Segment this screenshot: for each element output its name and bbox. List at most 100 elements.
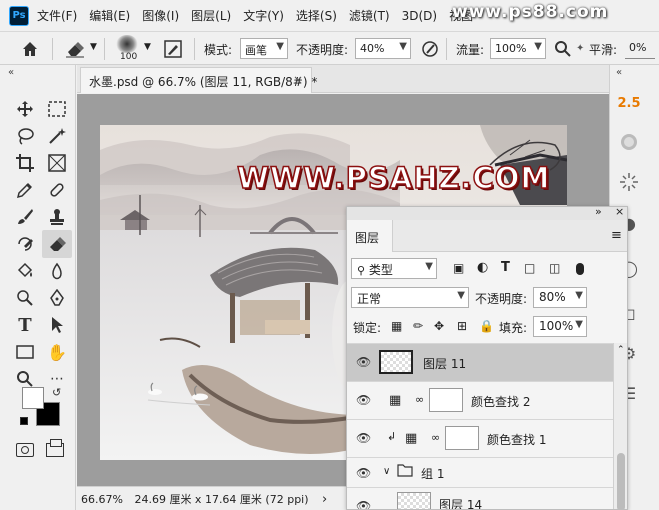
fill-label: 填充: (499, 321, 528, 335)
quick-mask-icon[interactable] (16, 443, 34, 457)
frame-tool-icon[interactable] (44, 151, 70, 175)
foreground-color-swatch[interactable] (22, 387, 44, 409)
layers-scrollbar[interactable]: ⌃ (613, 343, 627, 509)
path-selection-tool-icon[interactable] (44, 313, 70, 337)
close-icon[interactable]: × (615, 207, 624, 218)
layer-row-layer-11[interactable]: 👁 图层 11 (347, 343, 613, 381)
lock-transparency-icon[interactable]: ▦ (391, 319, 402, 333)
folder-icon (397, 463, 413, 480)
eraser-tool-icon[interactable] (42, 230, 72, 258)
brush-size-indicator[interactable]: 2.5 (616, 90, 642, 116)
paint-bucket-tool-icon[interactable] (12, 259, 38, 283)
scroll-up-icon[interactable]: ⌃ (617, 345, 625, 355)
lock-all-icon[interactable]: 🔒 (479, 319, 494, 333)
eye-icon[interactable]: 👁 (356, 431, 371, 445)
eyedropper-tool-icon[interactable] (12, 178, 38, 202)
healing-brush-tool-icon[interactable] (44, 178, 70, 202)
swap-colors-icon[interactable]: ↺ (52, 386, 61, 399)
menu-image[interactable]: 图像(I) (142, 7, 179, 24)
menu-filter[interactable]: 滤镜(T) (349, 7, 390, 24)
eye-icon[interactable]: 👁 (356, 355, 371, 369)
brush-size-value: 100 (120, 52, 138, 62)
panel-header-strip: » × (347, 207, 627, 220)
default-colors-icon[interactable] (20, 417, 28, 425)
layers-tab-bar: 图层 ≡ (347, 220, 627, 252)
lock-position-icon[interactable]: ✥ (434, 319, 444, 333)
eraser-tool-icon[interactable] (64, 40, 86, 61)
menu-layer[interactable]: 图层(L) (191, 7, 231, 24)
menu-3d[interactable]: 3D(D) (402, 9, 437, 23)
chevron-down-icon[interactable]: ▼ (144, 42, 151, 52)
layer-row-group-1[interactable]: 👁 ∨ 组 1 (347, 457, 613, 487)
marquee-tool-icon[interactable] (44, 97, 70, 121)
smooth-input[interactable]: 0% (625, 38, 655, 59)
screen-mode-icon[interactable] (46, 439, 64, 457)
collapse-panel-icon[interactable]: » (595, 207, 602, 218)
menu-file[interactable]: 文件(F) (37, 7, 77, 24)
panel-menu-icon[interactable]: ≡ (611, 228, 622, 243)
layer-opacity-input[interactable]: 80% ▼ (533, 287, 587, 308)
layer-row-color-lookup-1[interactable]: 👁 ↲ ▦ ∞ 颜色查找 1 (347, 419, 613, 457)
crop-tool-icon[interactable] (12, 151, 38, 175)
rectangle-tool-icon[interactable] (12, 340, 38, 364)
fill-input[interactable]: 100% ▼ (533, 316, 587, 337)
eye-icon[interactable]: 👁 (356, 499, 371, 509)
smart-object-filter-icon[interactable]: ◫ (549, 261, 560, 275)
close-icon[interactable]: × (293, 73, 303, 87)
zoom-level[interactable]: 66.67% (81, 493, 123, 506)
eye-icon[interactable]: 👁 (356, 393, 371, 407)
chevron-down-icon: ▼ (425, 261, 433, 272)
type-filter-icon[interactable]: T (501, 260, 510, 275)
brush-tip-icon[interactable] (616, 129, 642, 155)
collapse-panel-icon[interactable]: « (616, 67, 622, 78)
brush-scatter-icon[interactable] (616, 169, 642, 195)
layer-name: 图层 11 (423, 357, 467, 371)
document-tab[interactable]: 水墨.psd @ 66.7% (图层 11, RGB/8#) * × (80, 67, 317, 93)
layer-row-layer-14[interactable]: 👁 图层 14 (347, 487, 613, 509)
layer-mask-thumbnail (429, 388, 463, 412)
layer-row-color-lookup-2[interactable]: 👁 ▦ ∞ 颜色查找 2 (347, 381, 613, 419)
status-menu-arrow-icon[interactable]: › (322, 492, 327, 507)
lock-label: 锁定: (353, 321, 382, 335)
history-brush-tool-icon[interactable] (12, 232, 38, 256)
pen-tool-icon[interactable] (44, 286, 70, 310)
lock-pixels-icon[interactable]: ✏ (413, 319, 423, 333)
lock-artboard-icon[interactable]: ⊞ (457, 319, 467, 333)
brush-settings-icon[interactable] (163, 39, 183, 62)
tab-layers[interactable]: 图层 (347, 220, 393, 252)
airbrush-icon[interactable]: ✦ (576, 43, 584, 54)
menu-select[interactable]: 选择(S) (296, 7, 337, 24)
document-tab-title: 水墨.psd @ 66.7% (图层 11, RGB/8#) * (89, 75, 318, 89)
filter-toggle-icon[interactable] (576, 263, 584, 275)
hand-tool-icon[interactable]: ✋ (44, 340, 70, 364)
adjustment-layer-icon: ▦ (405, 431, 418, 446)
menu-type[interactable]: 文字(Y) (243, 7, 284, 24)
lasso-tool-icon[interactable] (12, 124, 38, 148)
eye-icon[interactable]: 👁 (356, 466, 371, 480)
flow-input[interactable]: 100% ▼ (490, 38, 546, 59)
pixel-filter-icon[interactable]: ▣ (453, 261, 464, 275)
layer-filter-select[interactable]: ⚲ 类型 ▼ (351, 258, 437, 279)
search-icon[interactable] (554, 40, 572, 61)
move-tool-icon[interactable] (12, 97, 38, 121)
chevron-down-icon[interactable]: ∨ (383, 466, 390, 477)
chevron-down-icon[interactable]: ▼ (90, 42, 97, 52)
home-icon[interactable] (20, 39, 40, 62)
menu-edit[interactable]: 编辑(E) (89, 7, 130, 24)
scrollbar-thumb[interactable] (617, 453, 625, 509)
stamp-tool-icon[interactable] (44, 205, 70, 229)
collapse-panel-icon[interactable]: « (8, 67, 14, 78)
pressure-opacity-icon[interactable] (420, 39, 440, 62)
blur-tool-icon[interactable] (44, 259, 70, 283)
options-bar: ▼ 100 ▼ 模式: 画笔 ▼ 不透明度: 40% ▼ 流量: 100% ▼ … (0, 31, 659, 65)
blend-mode-select[interactable]: 正常 ▼ (351, 287, 469, 308)
magic-wand-tool-icon[interactable] (44, 124, 70, 148)
shape-filter-icon[interactable]: □ (524, 261, 535, 275)
brush-tool-icon[interactable] (12, 205, 38, 229)
brush-preset-icon[interactable] (116, 35, 138, 53)
opacity-input[interactable]: 40% ▼ (355, 38, 411, 59)
adjustment-filter-icon[interactable]: ◐ (477, 260, 488, 275)
dodge-tool-icon[interactable] (12, 286, 38, 310)
mode-select[interactable]: 画笔 ▼ (240, 38, 288, 59)
type-tool-icon[interactable]: T (12, 313, 38, 337)
